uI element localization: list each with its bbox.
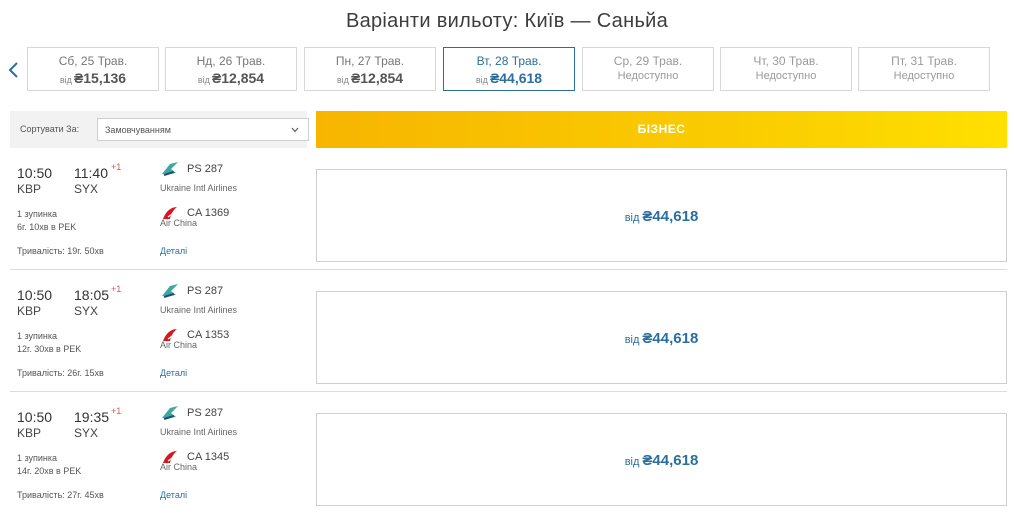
date-card-price: ₴15,136: [73, 70, 127, 86]
airline-name: Air China: [160, 340, 198, 350]
date-card-28-selected[interactable]: Вт, 28 Трав. від ₴44,618: [443, 47, 575, 91]
fare-from: від: [624, 212, 640, 224]
arrival-time: 18:05: [74, 287, 110, 303]
date-card-31: Пт, 31 Трав. Недоступно: [858, 47, 990, 91]
date-card-day: Сб, 25 Трав.: [58, 54, 128, 68]
uia-logo-icon: [162, 284, 178, 298]
day-offset: +1: [111, 162, 122, 172]
date-card-day: Ср, 29 Трав.: [613, 54, 683, 68]
uia-logo-icon: [162, 406, 178, 420]
flight-segment: PS 287 Ukraine Intl Airlines: [160, 405, 300, 437]
flight-segment: CA 1345 Air China: [160, 449, 300, 481]
arrival-time: 11:40: [74, 165, 108, 181]
flight-duration: Тривалість: 27г. 45хв: [17, 490, 104, 500]
date-card-from: від: [475, 75, 488, 85]
flight-row: 10:50 19:35 +1 KBP SYX 1 зупинка 14г. 20…: [10, 405, 1007, 515]
departure-airport: KBP: [17, 426, 42, 440]
date-card-day: Пт, 31 Трав.: [891, 54, 957, 68]
prev-dates-button[interactable]: [6, 60, 22, 80]
departure-time: 10:50: [17, 165, 53, 181]
date-card-day: Вт, 28 Трав.: [476, 54, 542, 68]
flight-segment: PS 287 Ukraine Intl Airlines: [160, 283, 300, 315]
date-card-price: ₴12,854: [211, 70, 265, 86]
stops-count: 1 зупинка: [17, 331, 58, 341]
chevron-down-icon: [291, 127, 299, 133]
flight-number: PS 287: [187, 163, 224, 175]
fare-price: ₴44,618: [642, 330, 699, 347]
chevron-left-icon: [8, 62, 18, 78]
date-card-30: Чт, 30 Трав. Недоступно: [720, 47, 852, 91]
date-card-unavailable: Недоступно: [755, 70, 817, 82]
departure-airport: KBP: [17, 182, 42, 196]
date-card-price: ₴12,854: [350, 70, 404, 86]
page-title: Варіанти вильоту: Київ — Саньйа: [345, 10, 669, 32]
airline-name: Ukraine Intl Airlines: [160, 427, 238, 437]
business-fare-button[interactable]: від ₴44,618: [316, 413, 1007, 506]
date-card-unavailable: Недоступно: [617, 70, 679, 82]
sort-select-value: Замовчуванням: [105, 125, 171, 135]
airline-name: Air China: [160, 462, 198, 472]
day-offset: +1: [111, 284, 122, 294]
date-card-26[interactable]: Нд, 26 Трав. від ₴12,854: [165, 47, 297, 91]
date-card-25[interactable]: Сб, 25 Трав. від ₴15,136: [27, 47, 159, 91]
fare-price: ₴44,618: [642, 208, 699, 225]
departure-time: 10:50: [17, 287, 53, 303]
date-card-from: від: [59, 75, 72, 85]
date-card-unavailable: Недоступно: [893, 70, 955, 82]
date-card-27[interactable]: Пн, 27 Трав. від ₴12,854: [304, 47, 436, 91]
day-offset: +1: [111, 406, 122, 416]
row-divider: [10, 269, 1007, 270]
departure-airport: KBP: [17, 304, 42, 318]
business-fare-button[interactable]: від ₴44,618: [316, 169, 1007, 262]
details-link[interactable]: Деталі: [160, 246, 187, 256]
flight-duration: Тривалість: 26г. 15хв: [17, 368, 104, 378]
fare-from: від: [624, 334, 640, 346]
airline-name: Ukraine Intl Airlines: [160, 183, 238, 193]
flight-segment: CA 1369 Air China: [160, 205, 300, 237]
airline-name: Air China: [160, 218, 198, 228]
details-link[interactable]: Деталі: [160, 490, 187, 500]
stops-count: 1 зупинка: [17, 453, 58, 463]
flight-segment: CA 1353 Air China: [160, 327, 300, 359]
sort-label: Сортувати За:: [20, 124, 80, 134]
date-card-from: від: [197, 75, 210, 85]
arrival-airport: SYX: [74, 426, 99, 440]
departure-time: 10:50: [17, 409, 53, 425]
flight-segment: PS 287 Ukraine Intl Airlines: [160, 161, 300, 193]
date-card-from: від: [336, 75, 349, 85]
date-card-day: Пн, 27 Трав.: [335, 54, 405, 68]
flight-duration: Тривалість: 19г. 50хв: [17, 246, 104, 256]
flight-number: PS 287: [187, 285, 224, 297]
details-link[interactable]: Деталі: [160, 368, 187, 378]
business-fare-button[interactable]: від ₴44,618: [316, 291, 1007, 384]
arrival-airport: SYX: [74, 182, 99, 196]
date-card-price: ₴44,618: [489, 70, 543, 86]
stops-count: 1 зупинка: [17, 209, 58, 219]
sort-select[interactable]: Замовчуванням: [97, 118, 309, 141]
layover-info: 12г. 30хв в PEK: [17, 344, 82, 354]
uia-logo-icon: [162, 162, 178, 176]
sort-panel: Сортувати За: Замовчуванням: [10, 111, 309, 148]
date-card-day: Нд, 26 Трав.: [196, 54, 266, 68]
date-card-day: Чт, 30 Трав.: [753, 54, 819, 68]
date-card-29: Ср, 29 Трав. Недоступно: [582, 47, 714, 91]
fare-price: ₴44,618: [642, 452, 699, 469]
flight-row: 10:50 11:40 +1 KBP SYX 1 зупинка 6г. 10х…: [10, 161, 1007, 281]
flight-number: PS 287: [187, 407, 224, 419]
fare-from: від: [624, 456, 640, 468]
airline-name: Ukraine Intl Airlines: [160, 305, 238, 315]
row-divider: [10, 391, 1007, 392]
layover-info: 6г. 10хв в PEK: [17, 222, 77, 232]
arrival-time: 19:35: [74, 409, 110, 425]
arrival-airport: SYX: [74, 304, 99, 318]
flight-row: 10:50 18:05 +1 KBP SYX 1 зупинка 12г. 30…: [10, 283, 1007, 403]
layover-info: 14г. 20хв в PEK: [17, 466, 82, 476]
cabin-class-header: БІЗНЕС: [316, 111, 1007, 148]
